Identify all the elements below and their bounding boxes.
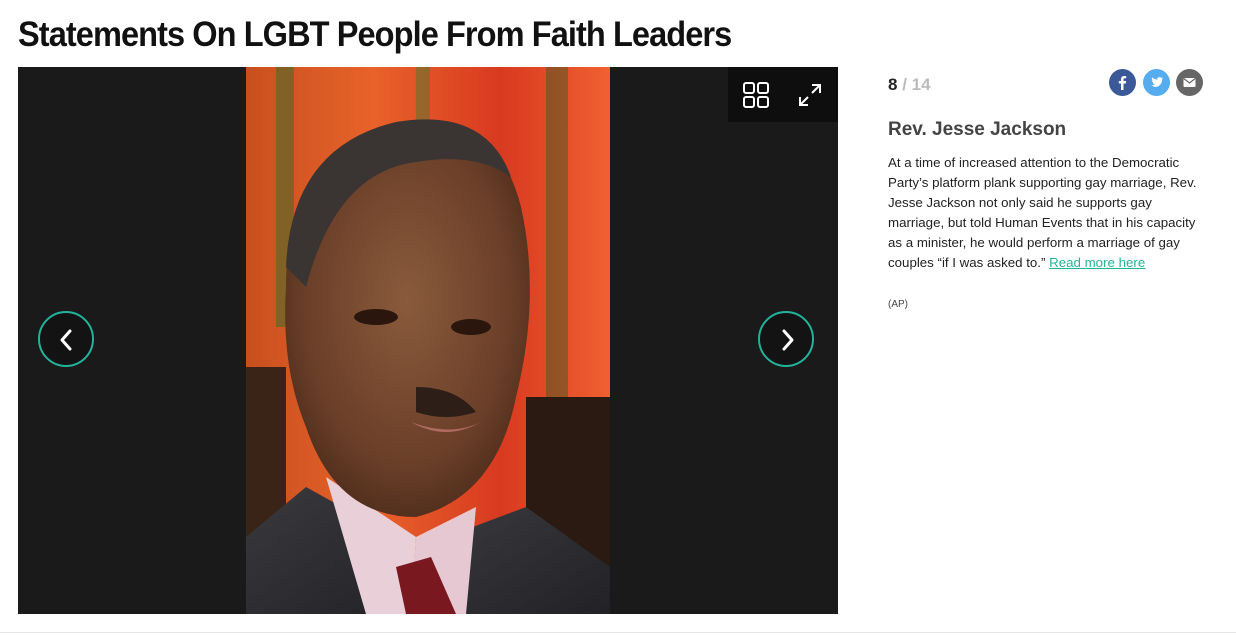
twitter-icon	[1151, 77, 1163, 87]
counter-separator: /	[902, 75, 907, 94]
envelope-icon	[1183, 78, 1196, 87]
previous-slide-button[interactable]	[38, 311, 94, 367]
gallery-viewer	[18, 67, 838, 614]
gallery-photo	[246, 67, 610, 614]
facebook-share-button[interactable]	[1109, 69, 1136, 96]
photo-credit: (AP)	[888, 299, 908, 310]
chevron-left-icon	[60, 329, 72, 351]
twitter-share-button[interactable]	[1143, 69, 1170, 96]
divider	[0, 632, 1236, 633]
chevron-right-icon	[782, 329, 794, 351]
photo-portrait	[246, 67, 610, 614]
slide-counter: 8 / 14	[888, 75, 931, 95]
grid-view-icon[interactable]	[742, 81, 770, 109]
current-slide-number: 8	[888, 75, 898, 94]
slide-heading: Rev. Jesse Jackson	[888, 119, 1067, 140]
slide-description: At a time of increased attention to the …	[888, 153, 1206, 273]
facebook-icon	[1118, 76, 1127, 90]
email-share-button[interactable]	[1176, 69, 1203, 96]
read-more-link[interactable]: Read more here	[1049, 255, 1145, 270]
total-slides-number: 14	[911, 75, 931, 94]
slide-body-text: At a time of increased attention to the …	[888, 155, 1197, 270]
page-title: Statements On LGBT People From Faith Lea…	[18, 15, 732, 54]
viewer-toolbar	[728, 67, 838, 122]
next-slide-button[interactable]	[758, 311, 814, 367]
fullscreen-expand-icon[interactable]	[796, 81, 824, 109]
